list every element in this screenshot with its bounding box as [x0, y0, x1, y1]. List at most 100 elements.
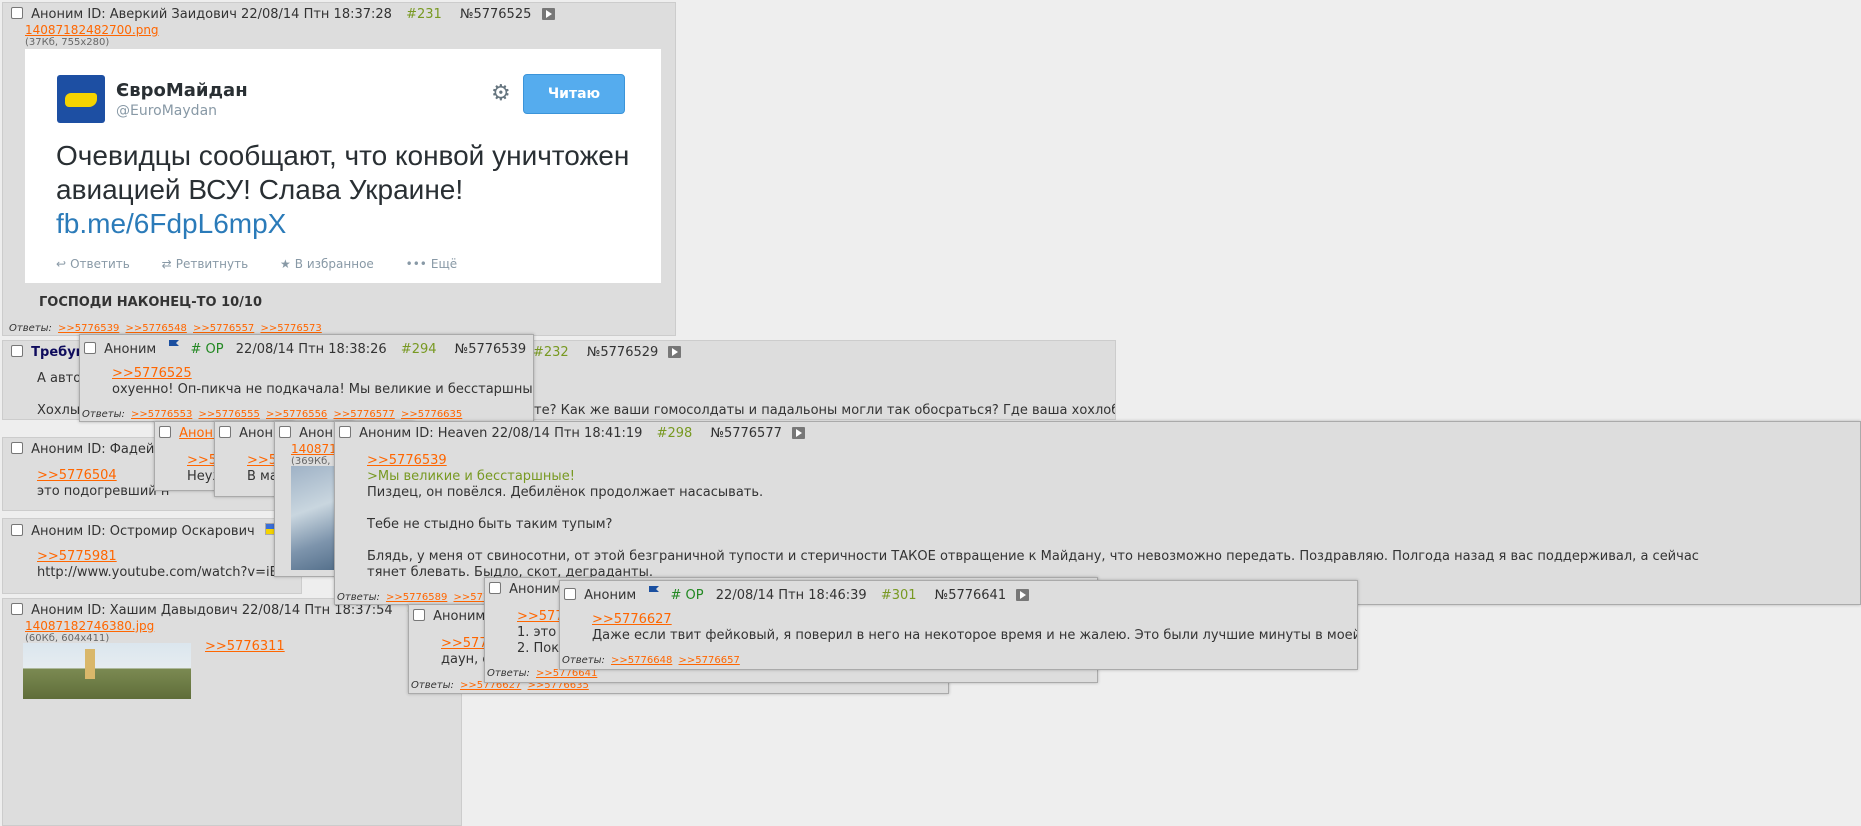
file-link[interactable]: 14087182482700.png [25, 23, 159, 37]
reply-link[interactable]: >>5776657 [679, 655, 740, 666]
poster-name: Аноним ID: Аверкий Заидович [31, 7, 237, 22]
retweet-icon: ⇄ [161, 257, 172, 271]
post-text: ГОСПОДИ НАКОНЕЦ-ТО 10/10 [39, 295, 262, 310]
reply-link[interactable]: >>5776557 [193, 323, 254, 334]
post-header: Аноним ID: Фадей Бо [11, 442, 175, 457]
flag-icon [649, 586, 660, 597]
post-checkbox[interactable] [159, 426, 171, 438]
post-text-line: Хохлы [37, 403, 81, 418]
quote-link[interactable]: >>5776504 [37, 468, 117, 484]
retweet-action: ⇄ Ретвитнуть [161, 257, 249, 271]
poster-name: Аноним ID: Heaven [359, 426, 488, 441]
quote-link[interactable]: >>577 [441, 636, 488, 652]
image-thumbnail[interactable] [23, 643, 191, 699]
post-date: 22/08/14 Птн 18:37:28 [241, 7, 392, 22]
post-checkbox[interactable] [11, 7, 23, 19]
gear-icon: ⚙ [491, 81, 511, 106]
avatar [57, 75, 105, 123]
reply-link[interactable]: >>5776548 [126, 323, 187, 334]
post-checkbox[interactable] [11, 524, 23, 536]
replies: Ответы: >>5776539 >>5776548 >>5776557 >>… [9, 323, 322, 334]
tweet-actions: ↩ Ответить ⇄ Ретвитнуть ★ В избранное ••• Ещ… [56, 257, 485, 271]
post-checkbox[interactable] [11, 442, 23, 454]
star-icon: ★ [280, 257, 291, 271]
poster-name: Аноним [104, 342, 157, 357]
poster-name: Аноним ID: Хашим Давыдович [31, 603, 238, 618]
post-id[interactable]: №5776641 [935, 588, 1006, 603]
post-id[interactable]: №5776529 [587, 345, 658, 360]
post-date: 22/08/14 Птн 18:37:54 [241, 603, 393, 618]
poster-name: Аноним [433, 609, 486, 624]
file-meta: (37Кб, 755x280) [25, 37, 110, 48]
post-checkbox[interactable] [564, 588, 576, 600]
reply-link[interactable]: >>5776556 [266, 409, 327, 420]
quote-link[interactable]: >>5776525 [112, 366, 192, 382]
quote-link[interactable]: >>5 [247, 453, 277, 469]
play-icon[interactable] [541, 8, 555, 20]
post-id[interactable]: №5776525 [460, 7, 531, 22]
reply-link[interactable]: >>5776539 [58, 323, 119, 334]
quote-link[interactable]: >>577 [517, 609, 564, 625]
post-number[interactable]: #301 [881, 588, 917, 603]
reply-link[interactable]: >>5776589 [386, 592, 447, 603]
post-text-line: Блядь, у меня от свиносотни, от этой без… [367, 549, 1699, 564]
tweet-text: Очевидцы сообщают, что конвой уничтожен … [56, 140, 630, 239]
tweet-image[interactable]: ЄвроМайдан @EuroMaydan ⚙ Читаю Очевидцы … [25, 49, 661, 283]
tweet-author-handle: @EuroMaydan [116, 103, 218, 119]
post-checkbox[interactable] [413, 609, 425, 621]
post-text-line: А авто [37, 371, 82, 386]
op-marker: # OP [190, 342, 224, 357]
follow-button: Читаю [523, 74, 625, 114]
reply-link[interactable]: >>5776635 [401, 409, 462, 420]
post-header: Аноним # OP 22/08/14 Птн 18:38:26 #294 №… [84, 339, 533, 357]
post-checkbox[interactable] [489, 582, 501, 594]
post-number[interactable]: #232 [533, 345, 569, 360]
reply-link[interactable]: >>5776648 [611, 655, 672, 666]
reply-icon: ↩ [56, 257, 67, 271]
more-action: ••• Ещё [405, 257, 458, 271]
post-number[interactable]: #231 [406, 7, 442, 22]
post-checkbox[interactable] [339, 426, 351, 438]
reply-link[interactable]: >>5776577 [333, 409, 394, 420]
favorite-action: ★ В избранное [280, 257, 374, 271]
greentext-quote: >Мы великие и бесстаршные! [367, 469, 575, 484]
quote-link[interactable]: >>5776627 [592, 612, 672, 628]
file-link[interactable]: 14087182746380.jpg [25, 619, 154, 633]
post-header: Аноним ID: Хашим Давыдович 22/08/14 Птн … [11, 603, 443, 618]
quote-link[interactable]: >>5775981 [37, 549, 117, 565]
post-checkbox[interactable] [279, 426, 291, 438]
reply-link[interactable]: >>5776555 [199, 409, 260, 420]
post-text: Даже если твит фейковый, я поверил в нег… [592, 628, 1358, 643]
replies: Ответы: >>5776589 >>577б [337, 592, 496, 603]
post-231: Аноним ID: Аверкий Заидович 22/08/14 Птн… [2, 2, 676, 336]
post-text: http://www.youtube.com/watch?v=iBTSte52x… [37, 565, 301, 580]
op-marker: # OP [670, 588, 704, 603]
post-header: Аноним ID: Heaven 22/08/14 Птн 18:41:19 … [339, 426, 805, 441]
play-icon[interactable] [792, 427, 805, 439]
post-checkbox[interactable] [11, 603, 23, 615]
reply-link[interactable]: >>5776553 [131, 409, 192, 420]
post-date: 22/08/14 Птн 18:46:39 [715, 588, 867, 603]
post-235: Аноним ID: Хашим Давыдович 22/08/14 Птн … [2, 598, 462, 826]
post-text: даун, с [441, 652, 490, 667]
post-checkbox[interactable] [219, 426, 231, 438]
post-checkbox[interactable] [84, 342, 96, 354]
post-header: Требую [11, 345, 88, 360]
post-header: Аноним ID: Остромир Оскарович 22 [11, 523, 301, 539]
post-id[interactable]: №5776577 [710, 426, 781, 441]
post-number[interactable]: #298 [657, 426, 693, 441]
post-number[interactable]: #294 [401, 342, 437, 357]
post-checkbox[interactable] [11, 345, 23, 357]
tweet-author-name: ЄвроМайдан [116, 80, 248, 101]
replies: Ответы: >>5776648 >>5776657 [562, 655, 740, 666]
play-icon[interactable] [1016, 589, 1030, 601]
play-icon[interactable] [668, 346, 682, 358]
post-date: 22/08/14 Птн 18:38:26 [235, 342, 387, 357]
list-item: 1. это [517, 625, 557, 640]
popup-301: Аноним # OP 22/08/14 Птн 18:46:39 #301 №… [559, 580, 1358, 670]
reply-link[interactable]: >>5776573 [260, 323, 321, 334]
tweet-link: fb.me/6FdpL6mpX [56, 208, 287, 239]
quote-link[interactable]: >>5776539 [367, 453, 447, 469]
post-id[interactable]: №5776539 [455, 342, 526, 357]
quote-link[interactable]: >>5776311 [205, 639, 285, 655]
